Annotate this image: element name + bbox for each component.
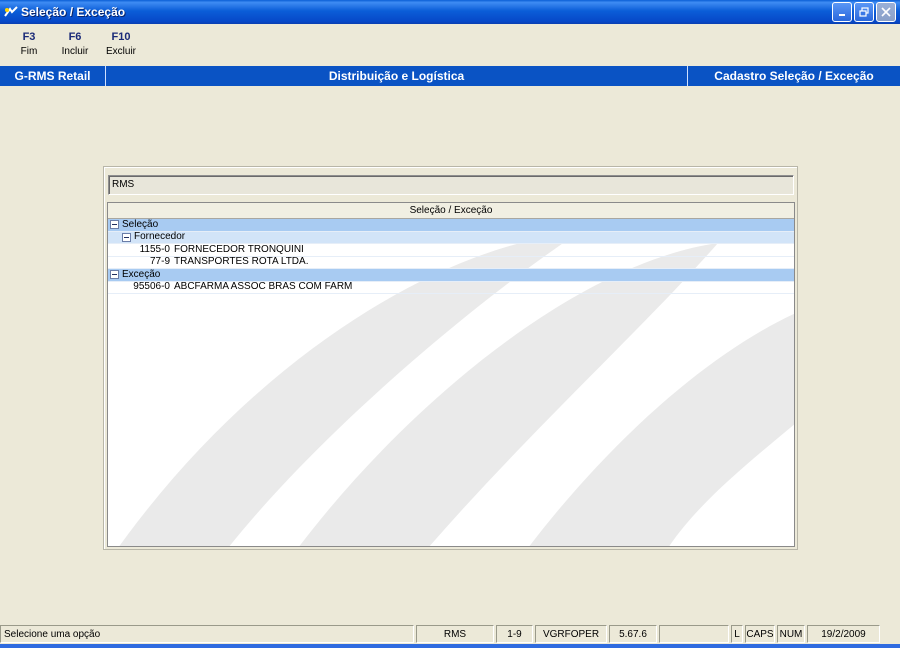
status-lock: L xyxy=(731,625,743,643)
selection-tree[interactable]: Seleção / Exceção Seleção Fornecedor 115… xyxy=(107,202,795,547)
toolbar-incluir-button[interactable]: F6 Incluir xyxy=(52,24,98,66)
app-icon xyxy=(4,5,18,19)
subgroup-label: Fornecedor xyxy=(134,231,186,243)
close-icon xyxy=(881,7,891,17)
status-program: VGRFOPER xyxy=(535,625,607,643)
group-label: Exceção xyxy=(122,268,161,280)
status-num: NUM xyxy=(777,625,805,643)
window-titlebar: Seleção / Exceção xyxy=(0,0,900,24)
status-bar: Selecione uma opção RMS 1-9 VGRFOPER 5.6… xyxy=(0,624,900,644)
status-date: 19/2/2009 xyxy=(807,625,880,643)
tree-subgroup-fornecedor[interactable]: Fornecedor xyxy=(108,231,794,244)
header-product: G-RMS Retail xyxy=(0,66,106,86)
status-caps: CAPS xyxy=(745,625,775,643)
item-code: 77-9 xyxy=(149,256,170,268)
status-blank xyxy=(659,625,729,643)
item-code: 1155-0 xyxy=(139,243,170,255)
toolbar-key: F6 xyxy=(68,31,82,43)
status-message: Selecione uma opção xyxy=(0,625,414,643)
rms-field[interactable]: RMS xyxy=(108,175,794,195)
function-toolbar: F3 Fim F6 Incluir F10 Excluir xyxy=(0,24,900,66)
minimize-button[interactable] xyxy=(832,2,852,22)
list-item[interactable]: 77-9 TRANSPORTES ROTA LTDA. xyxy=(108,256,794,269)
header-screen: Cadastro Seleção / Exceção xyxy=(714,69,874,83)
tree-group-selecao[interactable]: Seleção xyxy=(108,219,794,232)
status-system: RMS xyxy=(416,625,494,643)
toolbar-label: Incluir xyxy=(61,46,89,57)
restore-icon xyxy=(859,7,869,17)
toolbar-label: Fim xyxy=(20,46,38,57)
item-name: TRANSPORTES ROTA LTDA. xyxy=(174,256,309,268)
toolbar-key: F10 xyxy=(111,31,131,43)
toolbar-key: F3 xyxy=(22,31,36,43)
header-band: G-RMS Retail Distribuição e Logística Ca… xyxy=(0,66,900,86)
item-code: 95506-0 xyxy=(133,281,170,293)
list-item[interactable]: 1155-0 FORNECEDOR TRONQUINI xyxy=(108,244,794,257)
minimize-icon xyxy=(839,14,845,16)
list-item[interactable]: 95506-0 ABCFARMA ASSOC BRAS COM FARM xyxy=(108,281,794,294)
toolbar-fim-button[interactable]: F3 Fim xyxy=(6,24,52,66)
tree-column-header: Seleção / Exceção xyxy=(108,203,794,219)
status-version: 5.67.6 xyxy=(609,625,657,643)
status-range: 1-9 xyxy=(496,625,533,643)
restore-button[interactable] xyxy=(854,2,874,22)
item-name: FORNECEDOR TRONQUINI xyxy=(174,243,304,255)
collapse-icon[interactable] xyxy=(122,232,131,242)
item-name: ABCFARMA ASSOC BRAS COM FARM xyxy=(174,281,353,293)
header-module: Distribuição e Logística xyxy=(106,66,688,86)
close-button[interactable] xyxy=(876,2,896,22)
main-panel: RMS Seleção / Exceção Seleção Fornecedor… xyxy=(103,166,798,550)
collapse-icon[interactable] xyxy=(110,270,119,280)
tree-group-excecao[interactable]: Exceção xyxy=(108,269,794,282)
toolbar-excluir-button[interactable]: F10 Excluir xyxy=(98,24,144,66)
group-label: Seleção xyxy=(122,218,159,230)
window-title: Seleção / Exceção xyxy=(21,5,126,19)
collapse-icon[interactable] xyxy=(110,220,119,230)
bottom-accent xyxy=(0,644,900,648)
toolbar-label: Excluir xyxy=(105,46,136,57)
